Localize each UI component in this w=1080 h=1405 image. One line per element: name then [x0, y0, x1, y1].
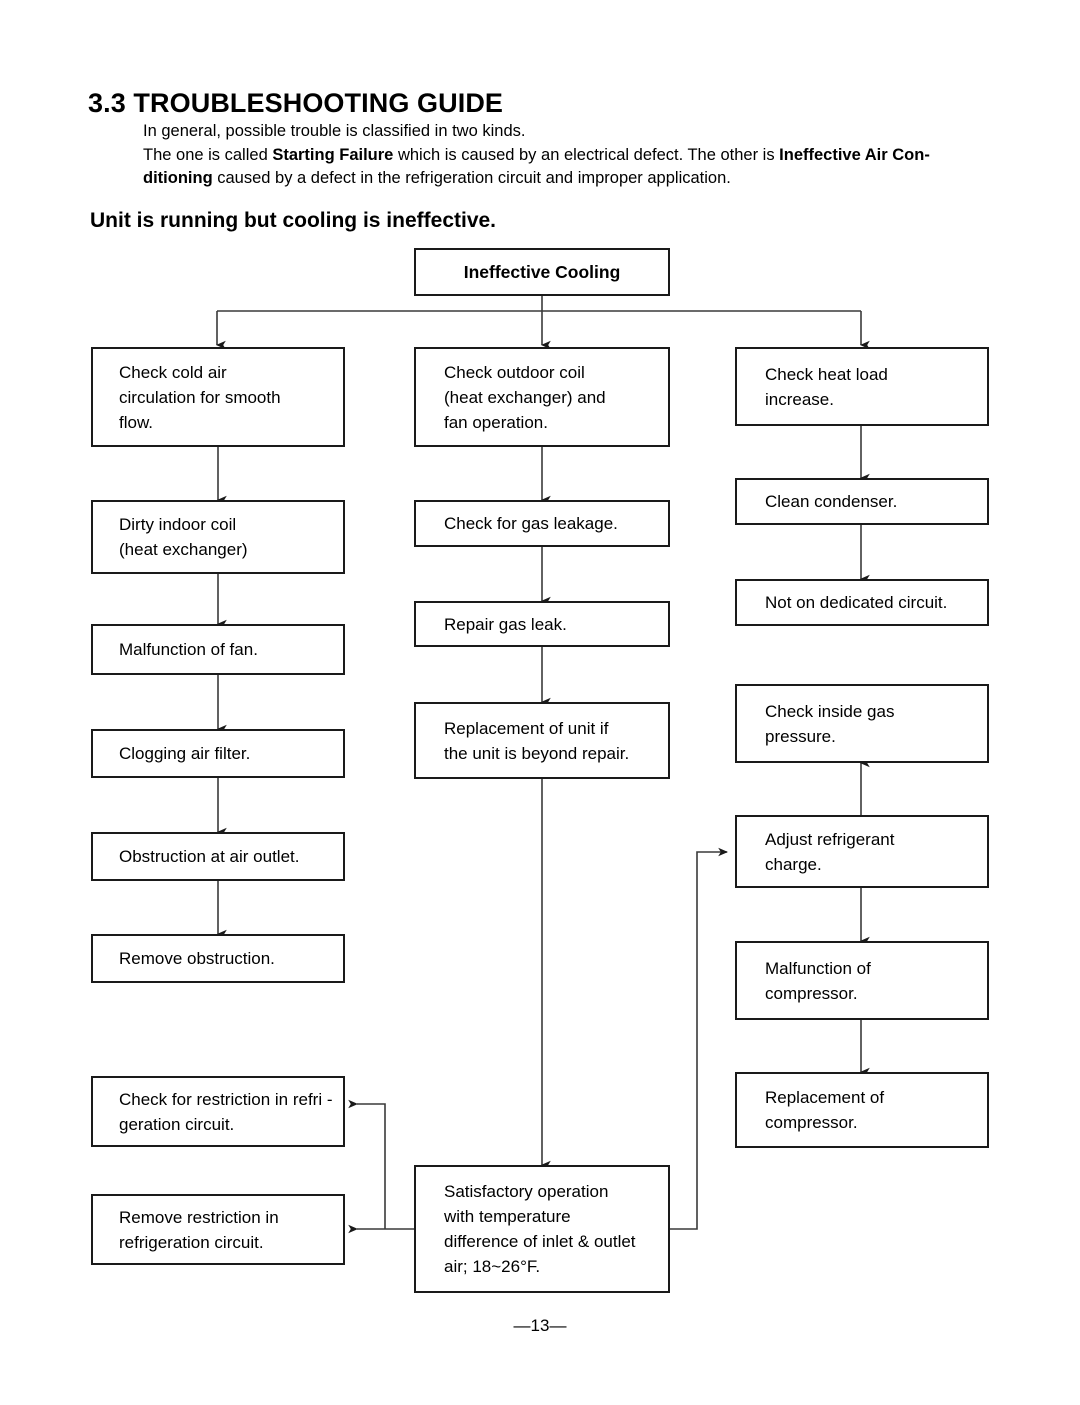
node-not-on-dedicated-circuit[interactable]: Not on dedicated circuit.: [735, 579, 989, 626]
node-check-for-gas-leakage[interactable]: Check for gas leakage.: [414, 500, 670, 547]
node-label: Clean condenser.: [765, 492, 898, 511]
node-check-cold-air[interactable]: Check cold air circulation for smooth fl…: [91, 347, 345, 447]
node-obstruction-at-air-outlet[interactable]: Obstruction at air outlet.: [91, 832, 345, 881]
node-label: Satisfactory operation with temperature …: [444, 1182, 636, 1276]
node-check-inside-gas-pressure[interactable]: Check inside gas pressure.: [735, 684, 989, 763]
node-label: Obstruction at air outlet.: [119, 847, 300, 866]
node-label: Clogging air filter.: [119, 744, 251, 763]
node-check-for-restriction[interactable]: Check for restriction in refri - geratio…: [91, 1076, 345, 1147]
node-label: Check outdoor coil (heat exchanger) and …: [444, 362, 606, 432]
node-adjust-refrigerant-charge[interactable]: Adjust refrigerant charge.: [735, 815, 989, 888]
node-replacement-of-compressor[interactable]: Replacement of compressor.: [735, 1072, 989, 1148]
node-label: Check cold air circulation for smooth fl…: [119, 362, 281, 432]
node-label: Check for restriction in refri - geratio…: [119, 1089, 333, 1134]
node-label: Replacement of unit if the unit is beyon…: [444, 718, 630, 763]
node-label: Replacement of compressor.: [765, 1088, 885, 1132]
document-page: 3.3 TROUBLESHOOTING GUIDE In general, po…: [0, 0, 1080, 1405]
node-check-heat-load[interactable]: Check heat load increase.: [735, 347, 989, 426]
node-label: Dirty indoor coil (heat exchanger): [119, 515, 248, 559]
node-remove-restriction[interactable]: Remove restriction in refrigeration circ…: [91, 1194, 345, 1265]
node-label: Repair gas leak.: [444, 614, 567, 634]
node-clogging-air-filter[interactable]: Clogging air filter.: [91, 729, 345, 778]
node-clean-condenser[interactable]: Clean condenser.: [735, 478, 989, 525]
node-label: Ineffective Cooling: [463, 261, 621, 282]
page-number: —13—: [513, 1316, 567, 1335]
node-label: Remove restriction in refrigeration circ…: [119, 1207, 279, 1252]
node-dirty-indoor-coil[interactable]: Dirty indoor coil (heat exchanger): [91, 500, 345, 574]
node-label: Adjust refrigerant charge.: [765, 829, 895, 874]
node-label: Check inside gas pressure.: [765, 701, 895, 746]
node-label: Malfunction of fan.: [119, 640, 258, 659]
node-remove-obstruction[interactable]: Remove obstruction.: [91, 934, 345, 983]
node-replacement-of-unit[interactable]: Replacement of unit if the unit is beyon…: [414, 702, 670, 779]
troubleshooting-flowchart: Ineffective Cooling Check cold air circu…: [0, 0, 1080, 1405]
node-ineffective-cooling[interactable]: Ineffective Cooling: [414, 248, 670, 296]
node-check-outdoor-coil[interactable]: Check outdoor coil (heat exchanger) and …: [414, 347, 670, 447]
node-satisfactory-operation[interactable]: Satisfactory operation with temperature …: [414, 1165, 670, 1293]
node-repair-gas-leak[interactable]: Repair gas leak.: [414, 601, 670, 647]
node-label: Check for gas leakage.: [444, 514, 618, 533]
node-label: Check heat load increase.: [765, 364, 888, 409]
node-malfunction-of-compressor[interactable]: Malfunction of compressor.: [735, 941, 989, 1020]
node-malfunction-of-fan[interactable]: Malfunction of fan.: [91, 624, 345, 675]
node-label: Remove obstruction.: [119, 949, 275, 968]
node-label: Not on dedicated circuit.: [765, 593, 948, 612]
node-label: Malfunction of compressor.: [765, 958, 871, 1003]
